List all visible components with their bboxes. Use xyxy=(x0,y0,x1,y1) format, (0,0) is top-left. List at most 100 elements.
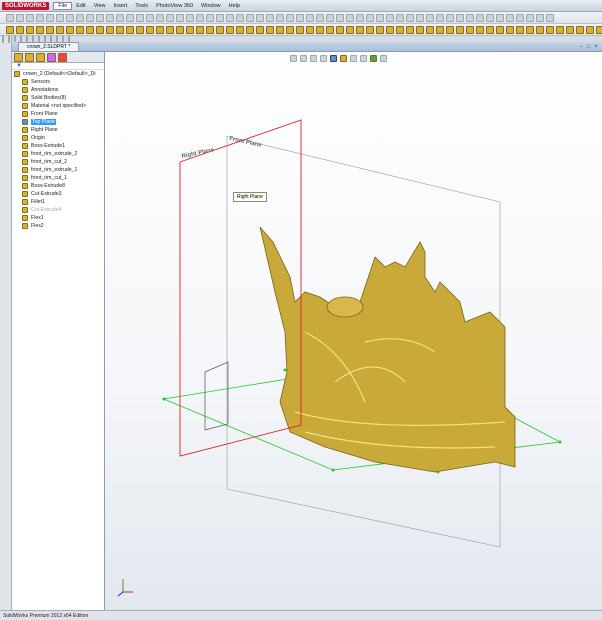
toolbar-button-icon[interactable] xyxy=(156,13,164,22)
menu-file[interactable]: File xyxy=(53,1,73,10)
toolbar-button-icon[interactable] xyxy=(276,13,284,22)
toolbar-button-icon[interactable] xyxy=(516,13,524,22)
close-icon[interactable]: × xyxy=(594,44,598,50)
toolbar-button-icon[interactable] xyxy=(166,25,174,34)
graphics-viewport[interactable]: Right Plane Front Plane Right Plane xyxy=(105,52,602,610)
toolbar-button-icon[interactable] xyxy=(426,13,434,22)
toolbar-button-icon[interactable] xyxy=(336,13,344,22)
toolbar-button-icon[interactable] xyxy=(476,25,484,34)
toolbar-button-icon[interactable] xyxy=(16,25,24,34)
restore-icon[interactable]: □ xyxy=(587,44,591,50)
toolbar-button-icon[interactable] xyxy=(396,25,404,34)
configuration-manager-tab-icon[interactable] xyxy=(36,53,45,62)
toolbar-button-icon[interactable] xyxy=(146,13,154,22)
tool-icon[interactable] xyxy=(8,35,10,43)
toolbar-button-icon[interactable] xyxy=(536,25,544,34)
toolbar-button-icon[interactable] xyxy=(266,25,274,34)
toolbar-button-icon[interactable] xyxy=(256,25,264,34)
toolbar-button-icon[interactable] xyxy=(266,13,274,22)
toolbar-button-icon[interactable] xyxy=(96,25,104,34)
toolbar-button-icon[interactable] xyxy=(416,13,424,22)
toolbar-button-icon[interactable] xyxy=(526,25,534,34)
toolbar-button-icon[interactable] xyxy=(276,25,284,34)
menu-help[interactable]: Help xyxy=(225,3,244,9)
tree-item[interactable]: Front Plane xyxy=(12,110,104,118)
toolbar-button-icon[interactable] xyxy=(26,25,34,34)
toolbar-button-icon[interactable] xyxy=(296,25,304,34)
toolbar-button-icon[interactable] xyxy=(386,13,394,22)
toolbar-button-icon[interactable] xyxy=(456,25,464,34)
toolbar-button-icon[interactable] xyxy=(186,13,194,22)
toolbar-button-icon[interactable] xyxy=(306,13,314,22)
toolbar-button-icon[interactable] xyxy=(116,13,124,22)
toolbar-button-icon[interactable] xyxy=(366,25,374,34)
tree-item[interactable]: front_rim_extrude_1 xyxy=(12,166,104,174)
toolbar-button-icon[interactable] xyxy=(36,25,44,34)
toolbar-button-icon[interactable] xyxy=(486,13,494,22)
toolbar-button-icon[interactable] xyxy=(356,25,364,34)
toolbar-button-icon[interactable] xyxy=(46,13,54,22)
tree-item[interactable]: Material <not specified> xyxy=(12,102,104,110)
toolbar-button-icon[interactable] xyxy=(196,25,204,34)
menu-insert[interactable]: Insert xyxy=(110,3,132,9)
toolbar-button-icon[interactable] xyxy=(396,13,404,22)
toolbar-button-icon[interactable] xyxy=(466,13,474,22)
toolbar-button-icon[interactable] xyxy=(406,25,414,34)
toolbar-button-icon[interactable] xyxy=(546,13,554,22)
toolbar-button-icon[interactable] xyxy=(376,25,384,34)
property-manager-tab-icon[interactable] xyxy=(25,53,34,62)
toolbar-button-icon[interactable] xyxy=(366,13,374,22)
toolbar-button-icon[interactable] xyxy=(246,13,254,22)
toolbar-button-icon[interactable] xyxy=(256,13,264,22)
menu-view[interactable]: View xyxy=(90,3,110,9)
document-tab[interactable]: crown_2.SLDPRT * xyxy=(18,42,80,51)
toolbar-button-icon[interactable] xyxy=(196,13,204,22)
tree-item[interactable]: front_rim_cut_2 xyxy=(12,158,104,166)
tree-item[interactable]: front_rim_extrude_2 xyxy=(12,150,104,158)
toolbar-button-icon[interactable] xyxy=(286,25,294,34)
menu-window[interactable]: Window xyxy=(197,3,225,9)
toolbar-button-icon[interactable] xyxy=(526,13,534,22)
toolbar-button-icon[interactable] xyxy=(86,25,94,34)
tree-item[interactable]: Boss-Extrude8 xyxy=(12,182,104,190)
toolbar-button-icon[interactable] xyxy=(326,13,334,22)
toolbar-button-icon[interactable] xyxy=(496,25,504,34)
dimxpert-tab-icon[interactable] xyxy=(47,53,56,62)
tree-root[interactable]: crown_2 (Default<<Default>_Di xyxy=(12,70,104,78)
toolbar-button-icon[interactable] xyxy=(516,25,524,34)
toolbar-button-icon[interactable] xyxy=(446,25,454,34)
crown-model[interactable] xyxy=(259,226,516,473)
tree-item[interactable]: Sensors xyxy=(12,78,104,86)
toolbar-button-icon[interactable] xyxy=(246,25,254,34)
toolbar-button-icon[interactable] xyxy=(586,25,594,34)
minimize-icon[interactable]: – xyxy=(580,44,583,50)
toolbar-button-icon[interactable] xyxy=(56,13,64,22)
toolbar-button-icon[interactable] xyxy=(36,13,44,22)
toolbar-button-icon[interactable] xyxy=(376,13,384,22)
toolbar-button-icon[interactable] xyxy=(486,25,494,34)
toolbar-button-icon[interactable] xyxy=(506,25,514,34)
toolbar-button-icon[interactable] xyxy=(446,13,454,22)
toolbar-button-icon[interactable] xyxy=(436,13,444,22)
toolbar-button-icon[interactable] xyxy=(356,13,364,22)
toolbar-button-icon[interactable] xyxy=(316,13,324,22)
toolbar-button-icon[interactable] xyxy=(216,25,224,34)
menu-photoview[interactable]: PhotoView 360 xyxy=(152,3,197,9)
toolbar-button-icon[interactable] xyxy=(496,13,504,22)
toolbar-button-icon[interactable] xyxy=(86,13,94,22)
tree-item[interactable]: Cut-Extrude3 xyxy=(12,190,104,198)
toolbar-button-icon[interactable] xyxy=(506,13,514,22)
toolbar-button-icon[interactable] xyxy=(46,25,54,34)
toolbar-button-icon[interactable] xyxy=(416,25,424,34)
menu-tools[interactable]: Tools xyxy=(131,3,152,9)
toolbar-button-icon[interactable] xyxy=(126,13,134,22)
toolbar-button-icon[interactable] xyxy=(216,13,224,22)
toolbar-button-icon[interactable] xyxy=(66,25,74,34)
toolbar-button-icon[interactable] xyxy=(406,13,414,22)
toolbar-button-icon[interactable] xyxy=(186,25,194,34)
toolbar-button-icon[interactable] xyxy=(206,25,214,34)
toolbar-button-icon[interactable] xyxy=(6,13,14,22)
toolbar-button-icon[interactable] xyxy=(126,25,134,34)
toolbar-button-icon[interactable] xyxy=(296,13,304,22)
feature-manager-tab-icon[interactable] xyxy=(14,53,23,62)
